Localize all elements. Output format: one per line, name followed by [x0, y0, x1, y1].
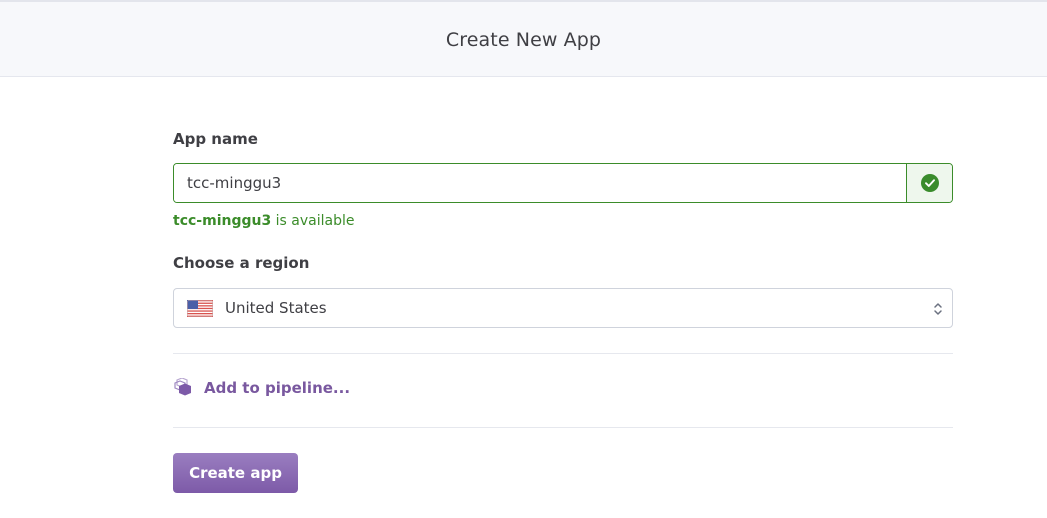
- available-app-name: tcc-minggu3: [173, 213, 272, 229]
- add-to-pipeline-text: Add to pipeline...: [204, 379, 351, 397]
- region-select[interactable]: United States: [173, 288, 953, 328]
- app-name-field-group: [173, 163, 953, 203]
- region-selected-value: United States: [225, 299, 327, 317]
- availability-message: tcc-minggu3 is available: [173, 213, 355, 229]
- page-title: Create New App: [445, 29, 602, 51]
- app-name-status-addon: [906, 164, 952, 202]
- page-header: Create New App: [0, 0, 1047, 77]
- section-divider: [173, 427, 953, 428]
- pipeline-icon: [174, 378, 191, 396]
- app-name-input[interactable]: [174, 164, 906, 202]
- check-circle-icon: [920, 174, 939, 192]
- app-name-label: App name: [173, 130, 258, 148]
- select-arrows-icon: [934, 303, 942, 315]
- create-app-button[interactable]: Create app: [173, 453, 298, 493]
- availability-text: is available: [271, 213, 355, 229]
- add-to-pipeline-link[interactable]: Add to pipeline...: [173, 378, 350, 398]
- section-divider: [173, 353, 953, 354]
- us-flag-icon: [187, 299, 213, 317]
- region-label: Choose a region: [173, 254, 310, 272]
